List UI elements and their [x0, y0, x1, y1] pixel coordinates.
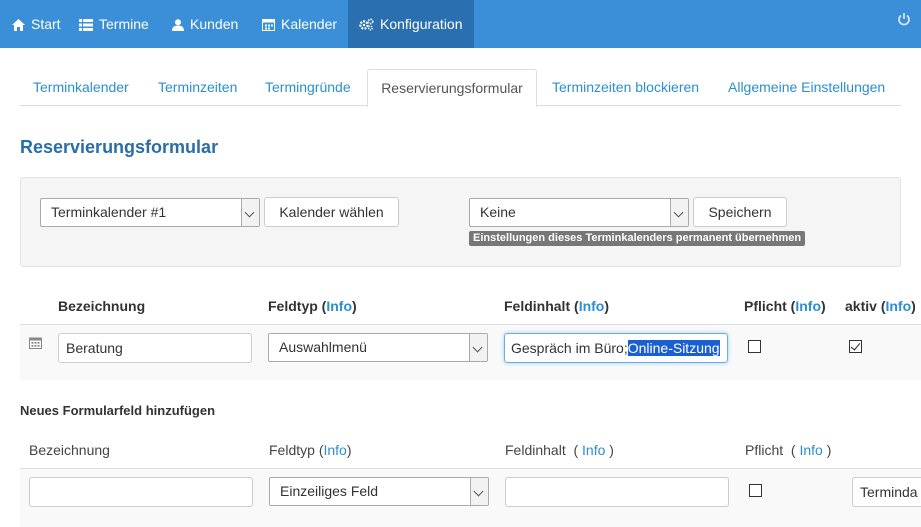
tab-reservierungsformular[interactable]: Reservierungsformular [367, 69, 537, 107]
calendar-icon [262, 19, 275, 31]
info-link[interactable]: Info [326, 298, 352, 314]
row-content-text: Gespräch im Büro; [511, 340, 628, 356]
new-col-header-name: Bezeichnung [29, 442, 110, 458]
row-content-input[interactable]: Gespräch im Büro;Online-Sitzung [504, 333, 728, 363]
info-link[interactable]: Info [795, 298, 821, 314]
info-close-paren: ) [821, 298, 826, 314]
calendar-select[interactable]: Terminkalender #1 [40, 198, 260, 227]
row-active-checkbox[interactable] [849, 340, 862, 353]
nav-termine[interactable]: Termine [79, 0, 149, 48]
new-content-input[interactable] [505, 477, 729, 507]
tab-terminzeiten-blockieren[interactable]: Terminzeiten blockieren [552, 69, 699, 106]
cogs-icon [359, 18, 374, 31]
row-content-selected-text: Online-Sitzung [627, 340, 720, 356]
row-type-select[interactable]: Auswahlmenü [268, 333, 488, 362]
info-close-paren: ) [609, 442, 614, 458]
list-icon [79, 19, 93, 31]
new-col-header-type: Feldtyp (Info) [269, 442, 352, 458]
chevron-down-icon [670, 199, 688, 226]
settings-hint-badge: Einstellungen dieses Terminkalenders per… [469, 231, 806, 246]
col-header-active-label: aktiv [845, 298, 877, 314]
nav-start[interactable]: Start [12, 0, 61, 48]
nav-kalender-label: Kalender [281, 16, 338, 32]
col-header-type-label: Feldtyp [268, 298, 318, 314]
calendar-icon [29, 337, 42, 349]
col-header-name: Bezeichnung [58, 298, 146, 314]
chevron-down-icon [470, 478, 488, 505]
info-link[interactable]: Info [582, 442, 605, 458]
tab-termingruende[interactable]: Termingründe [265, 69, 351, 106]
save-button[interactable]: Speichern [693, 197, 787, 227]
new-col-header-content: Feldinhalt ( Info ) [505, 442, 614, 458]
info-close-paren: ) [346, 442, 352, 458]
new-field-section-title: Neues Formularfeld hinzufügen [20, 403, 216, 418]
nav-konfiguration-label: Konfiguration [380, 16, 463, 32]
tab-allgemeine-einstellungen[interactable]: Allgemeine Einstellungen [728, 69, 885, 106]
col-header-type: Feldtyp (Info) [268, 298, 357, 314]
new-type-select[interactable]: Einzeiliges Feld [269, 477, 489, 506]
chevron-down-icon [241, 199, 259, 226]
tab-terminkalender[interactable]: Terminkalender [33, 69, 129, 106]
new-extra-select[interactable]: Terminda [852, 477, 921, 507]
chevron-down-icon [469, 334, 487, 361]
info-link[interactable]: Info [579, 298, 605, 314]
nav-termine-label: Termine [99, 16, 149, 32]
col-header-active: aktiv (Info) [845, 298, 916, 314]
col-header-required-label: Pflicht [744, 298, 787, 314]
nav-konfiguration[interactable]: Konfiguration [348, 0, 474, 48]
nav-kunden[interactable]: Kunden [172, 0, 238, 48]
info-close-paren: ) [352, 298, 357, 314]
info-link[interactable]: Info [885, 298, 911, 314]
template-select-value: Keine [480, 204, 516, 220]
col-header-content-label: Feldinhalt [504, 298, 571, 314]
row-name-input[interactable]: Beratung [58, 333, 252, 363]
new-type-select-value: Einzeiliges Feld [280, 483, 379, 499]
nav-start-label: Start [31, 16, 61, 32]
col-header-content: Feldinhalt (Info) [504, 298, 609, 314]
info-open-paren: ( [573, 442, 579, 458]
choose-calendar-button[interactable]: Kalender wählen [264, 197, 399, 227]
new-col-header-required-label: Pflicht [745, 442, 784, 458]
col-header-required: Pflicht (Info) [744, 298, 826, 314]
nav-kalender[interactable]: Kalender [262, 0, 337, 48]
power-icon[interactable] [897, 12, 911, 26]
top-navbar: Start Termine Kunden Kalender Konfigurat… [0, 0, 921, 48]
user-icon [172, 19, 184, 31]
template-select[interactable]: Keine [469, 198, 689, 227]
page-title: Reservierungsformular [20, 137, 219, 157]
row-required-checkbox[interactable] [748, 340, 761, 353]
info-link[interactable]: Info [799, 442, 822, 458]
new-col-header-required: Pflicht ( Info ) [745, 442, 831, 458]
new-col-header-content-label: Feldinhalt [505, 442, 566, 458]
new-name-input[interactable] [29, 477, 253, 507]
info-close-paren: ) [826, 442, 832, 458]
new-col-header-type-label: Feldtyp [269, 442, 315, 458]
info-close-paren: ) [911, 298, 916, 314]
info-link[interactable]: Info [323, 442, 346, 458]
tab-terminzeiten[interactable]: Terminzeiten [158, 69, 237, 106]
nav-kunden-label: Kunden [190, 16, 239, 32]
row-type-select-value: Auswahlmenü [279, 339, 367, 355]
info-open-paren: ( [790, 442, 796, 458]
calendar-select-value: Terminkalender #1 [51, 204, 167, 220]
config-tabs: Terminkalender Terminzeiten Termingründe… [20, 69, 901, 107]
new-required-checkbox[interactable] [749, 484, 762, 497]
home-icon [12, 19, 25, 31]
info-close-paren: ) [604, 298, 610, 314]
